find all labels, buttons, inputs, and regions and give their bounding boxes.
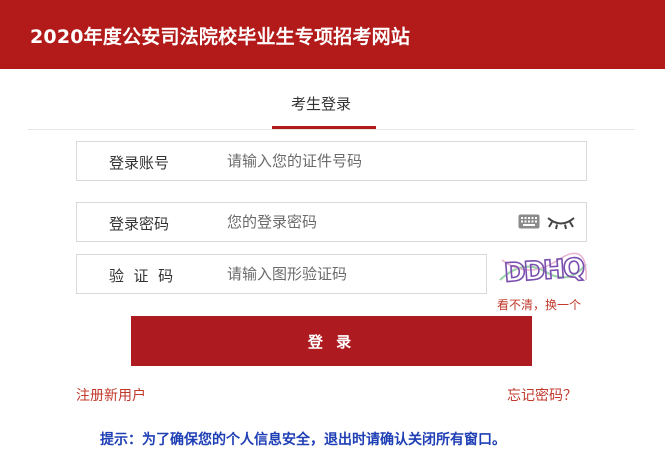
tab-candidate-login[interactable]: 考生登录 xyxy=(291,93,351,114)
captcha-label: 验 证 码 xyxy=(109,267,174,285)
captcha-text: DDHQ xyxy=(503,253,585,288)
register-link[interactable]: 注册新用户 xyxy=(76,385,146,405)
tab-divider xyxy=(28,129,635,130)
captcha-refresh-link[interactable]: 看不清，换一个 xyxy=(497,296,581,313)
keyboard-icon[interactable] xyxy=(518,214,540,229)
page-header: 2020年度公安司法院校毕业生专项招考网站 xyxy=(0,0,665,69)
forgot-password-link[interactable]: 忘记密码？ xyxy=(507,385,577,405)
password-input[interactable] xyxy=(227,203,507,241)
security-tip: 提示：为了确保您的个人信息安全，退出时请确认关闭所有窗口。 xyxy=(100,432,506,448)
eye-closed-icon[interactable] xyxy=(546,213,576,231)
account-field: 登录账号 xyxy=(76,141,587,181)
captcha-image[interactable]: DDHQ xyxy=(498,250,588,288)
password-label: 登录密码 xyxy=(109,215,170,233)
password-field: 登录密码 xyxy=(76,202,587,242)
captcha-input[interactable] xyxy=(227,255,477,293)
login-button[interactable]: 登 录 xyxy=(131,316,532,366)
account-input[interactable] xyxy=(227,142,567,180)
account-label: 登录账号 xyxy=(109,154,170,172)
site-title: 2020年度公安司法院校毕业生专项招考网站 xyxy=(30,26,411,48)
captcha-field: 验 证 码 xyxy=(76,254,487,294)
